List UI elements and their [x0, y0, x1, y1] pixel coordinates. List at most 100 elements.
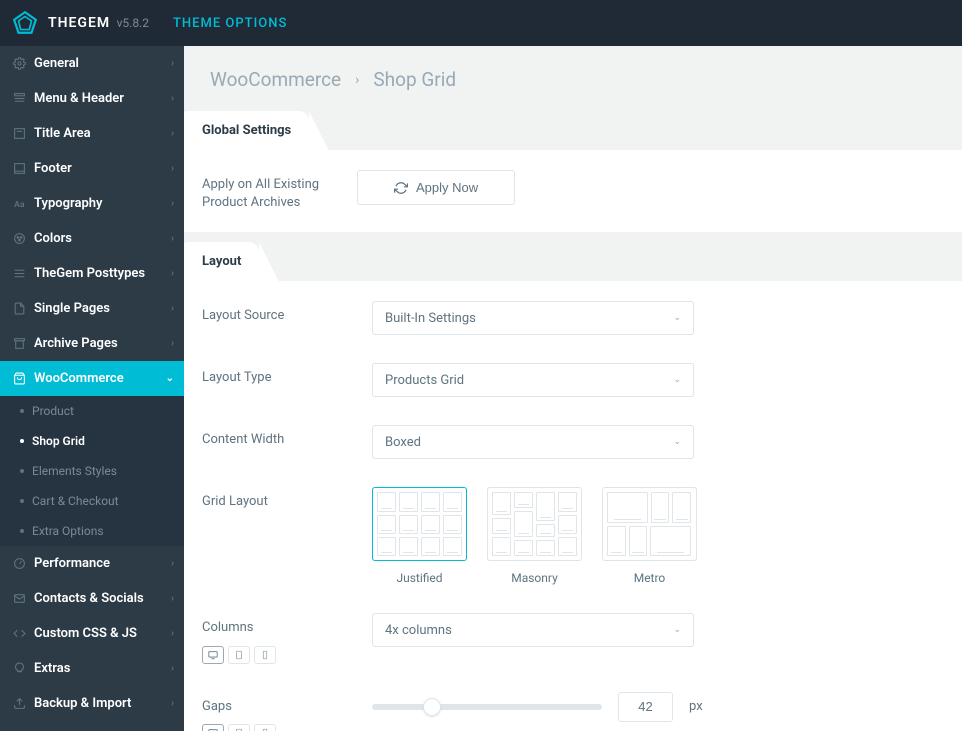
- sidebar-sub-shop-grid[interactable]: Shop Grid: [0, 426, 184, 456]
- chevron-right-icon: ›: [171, 663, 174, 674]
- page-icon: [12, 302, 26, 316]
- posttypes-icon: [12, 267, 26, 281]
- panel-tab-global[interactable]: Global Settings: [184, 111, 309, 150]
- loop-icon: [394, 181, 408, 195]
- sidebar-item-footer[interactable]: Footer›: [0, 151, 184, 186]
- chevron-down-icon: ⌄: [673, 375, 681, 385]
- gaps-label: Gaps: [202, 692, 372, 731]
- chevron-right-icon: ›: [171, 593, 174, 604]
- chevron-down-icon: ⌄: [673, 437, 681, 447]
- content-width-label: Content Width: [202, 425, 372, 449]
- shop-icon: [12, 372, 26, 386]
- chevron-right-icon: ›: [171, 303, 174, 314]
- sidebar-item-single-pages[interactable]: Single Pages›: [0, 291, 184, 326]
- footer-icon: [12, 162, 26, 176]
- device-tablet-button[interactable]: [228, 646, 250, 664]
- chevron-right-icon: ›: [171, 233, 174, 244]
- chevron-down-icon: ⌄: [673, 625, 681, 635]
- columns-label: Columns: [202, 613, 372, 663]
- typography-icon: Aa: [12, 197, 26, 211]
- sidebar: General› Menu & Header› Title Area› Foot…: [0, 46, 184, 731]
- chevron-right-icon: ›: [171, 163, 174, 174]
- gaps-input[interactable]: [618, 692, 673, 722]
- grid-layout-label: Grid Layout: [202, 487, 372, 511]
- breadcrumb-parent[interactable]: WooCommerce: [210, 68, 341, 91]
- gaps-unit: px: [689, 699, 703, 714]
- grid-option-justified-label: Justified: [372, 571, 467, 585]
- chevron-right-icon: ›: [171, 698, 174, 709]
- mail-icon: [12, 592, 26, 606]
- content-width-select[interactable]: Boxed ⌄: [372, 425, 694, 459]
- sidebar-item-general[interactable]: General›: [0, 46, 184, 81]
- panel-tab-layout[interactable]: Layout: [184, 242, 259, 281]
- bulb-icon: [12, 662, 26, 676]
- sidebar-sub-elements-styles[interactable]: Elements Styles: [0, 456, 184, 486]
- sidebar-submenu: Product Shop Grid Elements Styles Cart &…: [0, 396, 184, 546]
- logo-icon: [12, 10, 38, 36]
- apply-label: Apply on All Existing Product Archives: [202, 170, 357, 212]
- sidebar-item-colors[interactable]: Colors›: [0, 221, 184, 256]
- chevron-right-icon: ›: [171, 128, 174, 139]
- panel-layout: Layout Layout Source Built-In Settings ⌄…: [184, 242, 962, 731]
- chevron-right-icon: ›: [171, 58, 174, 69]
- code-icon: [12, 627, 26, 641]
- layout-source-select[interactable]: Built-In Settings ⌄: [372, 301, 694, 335]
- device-mobile-button[interactable]: [254, 646, 276, 664]
- grid-option-justified[interactable]: [372, 487, 467, 561]
- theme-options-link[interactable]: THEME OPTIONS: [173, 16, 287, 31]
- gaps-slider-handle[interactable]: [423, 698, 441, 716]
- panel-global-settings: Global Settings Apply on All Existing Pr…: [184, 111, 962, 232]
- layout-type-label: Layout Type: [202, 363, 372, 387]
- sidebar-item-custom-css-js[interactable]: Custom CSS & JS›: [0, 616, 184, 651]
- svg-text:Aa: Aa: [14, 200, 25, 210]
- sidebar-sub-product[interactable]: Product: [0, 396, 184, 426]
- brand-name: THEGEM v5.8.2: [48, 15, 149, 31]
- sidebar-item-title-area[interactable]: Title Area›: [0, 116, 184, 151]
- chevron-right-icon: ›: [171, 198, 174, 209]
- gauge-icon: [12, 557, 26, 571]
- device-mobile-button[interactable]: [254, 724, 276, 731]
- breadcrumb-current: Shop Grid: [373, 68, 456, 91]
- grid-option-masonry[interactable]: [487, 487, 582, 561]
- sidebar-sub-cart-checkout[interactable]: Cart & Checkout: [0, 486, 184, 516]
- sidebar-item-typography[interactable]: Aa Typography›: [0, 186, 184, 221]
- chevron-right-icon: ›: [171, 93, 174, 104]
- sidebar-sub-extra-options[interactable]: Extra Options: [0, 516, 184, 546]
- archive-icon: [12, 337, 26, 351]
- sidebar-item-contacts[interactable]: Contacts & Socials›: [0, 581, 184, 616]
- chevron-down-icon: ⌄: [166, 373, 174, 384]
- grid-option-metro[interactable]: [602, 487, 697, 561]
- menu-icon: [12, 92, 26, 106]
- layout-type-select[interactable]: Products Grid ⌄: [372, 363, 694, 397]
- columns-select[interactable]: 4x columns ⌄: [372, 613, 694, 647]
- chevron-right-icon: ›: [171, 558, 174, 569]
- main-content: WooCommerce › Shop Grid Global Settings …: [184, 46, 962, 731]
- sidebar-item-woocommerce[interactable]: WooCommerce⌄: [0, 361, 184, 396]
- sidebar-item-archive-pages[interactable]: Archive Pages›: [0, 326, 184, 361]
- chevron-right-icon: ›: [355, 72, 359, 88]
- top-bar: THEGEM v5.8.2 THEME OPTIONS: [0, 0, 962, 46]
- device-desktop-button[interactable]: [202, 724, 224, 731]
- device-desktop-button[interactable]: [202, 646, 224, 664]
- breadcrumb: WooCommerce › Shop Grid: [184, 46, 962, 111]
- chevron-down-icon: ⌄: [673, 313, 681, 323]
- gaps-slider[interactable]: [372, 704, 602, 710]
- brand-version: v5.8.2: [117, 16, 149, 30]
- colors-icon: [12, 232, 26, 246]
- chevron-right-icon: ›: [171, 628, 174, 639]
- sidebar-item-menu-header[interactable]: Menu & Header›: [0, 81, 184, 116]
- sidebar-item-backup-import[interactable]: Backup & Import›: [0, 686, 184, 721]
- sidebar-item-performance[interactable]: Performance›: [0, 546, 184, 581]
- device-tablet-button[interactable]: [228, 724, 250, 731]
- apply-now-button[interactable]: Apply Now: [357, 170, 515, 205]
- chevron-right-icon: ›: [171, 268, 174, 279]
- grid-option-masonry-label: Masonry: [487, 571, 582, 585]
- layout-source-label: Layout Source: [202, 301, 372, 325]
- gear-icon: [12, 57, 26, 71]
- backup-icon: [12, 697, 26, 711]
- sidebar-item-posttypes[interactable]: TheGem Posttypes›: [0, 256, 184, 291]
- chevron-right-icon: ›: [171, 338, 174, 349]
- sidebar-item-extras[interactable]: Extras›: [0, 651, 184, 686]
- grid-option-metro-label: Metro: [602, 571, 697, 585]
- title-icon: [12, 127, 26, 141]
